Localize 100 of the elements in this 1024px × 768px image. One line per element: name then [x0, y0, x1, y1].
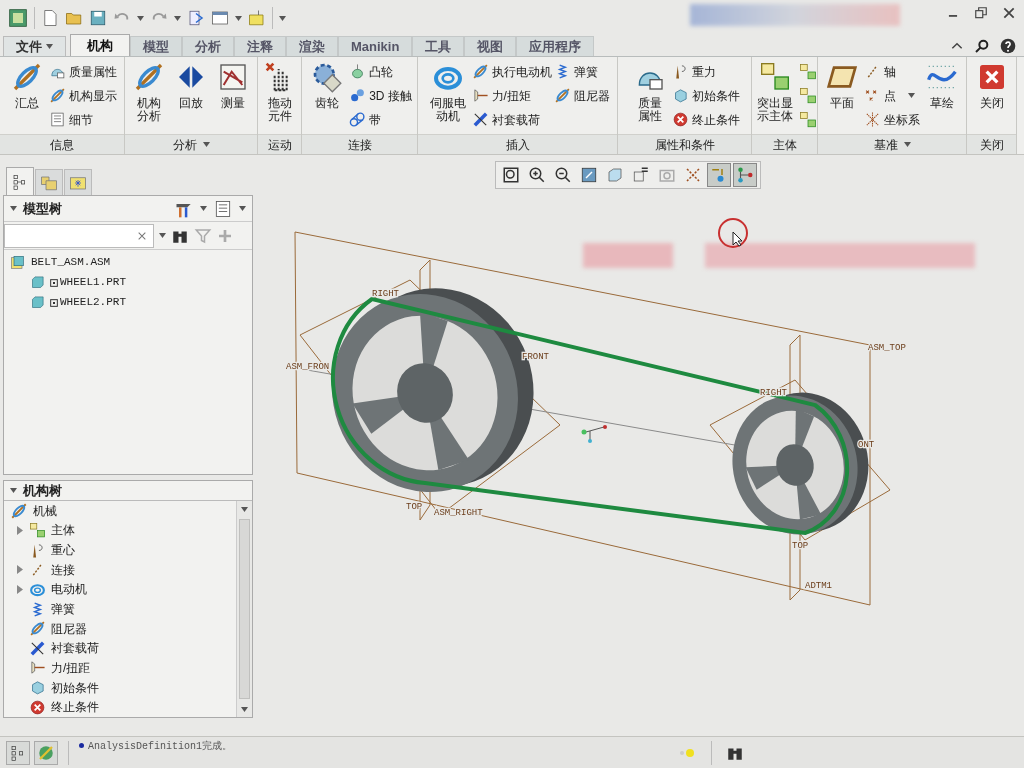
caret-icon[interactable] [137, 15, 144, 21]
ribbon-button[interactable]: 点 [864, 85, 920, 106]
close-icon[interactable] [1002, 6, 1016, 20]
caret-icon[interactable] [239, 206, 246, 211]
tree-item[interactable]: WHEEL2.PRT [60, 294, 126, 311]
window-icon[interactable] [211, 9, 229, 27]
bushing-icon [29, 639, 46, 657]
expand-arrow-icon[interactable] [16, 565, 24, 575]
browser-toggle-button[interactable] [34, 740, 58, 765]
caret-icon[interactable] [10, 206, 17, 211]
help-icon[interactable] [1000, 38, 1016, 54]
ribbon-button[interactable]: 细节 [49, 109, 117, 130]
ribbon-button[interactable]: 阻尼器 [553, 85, 610, 106]
ribbon-button[interactable]: 平面 [822, 57, 862, 110]
tree-item[interactable]: 力/扭距 [51, 658, 91, 677]
show-list-icon[interactable] [213, 198, 233, 219]
ribbon-button[interactable]: 轴 [864, 61, 920, 82]
ribbon-tab[interactable]: 分析 [182, 36, 234, 56]
folder-icon[interactable] [248, 9, 266, 27]
expand-arrow-icon[interactable] [16, 525, 24, 535]
tree-item[interactable]: 衬套载荷 [51, 639, 99, 658]
ribbon-button[interactable]: 质量属性 [49, 61, 117, 82]
datum-label: TOP [406, 502, 423, 512]
ribbon-button[interactable]: 草绘 [922, 57, 962, 110]
caret-icon[interactable] [10, 488, 17, 493]
regenerate-icon[interactable] [187, 9, 205, 27]
ribbon-button[interactable]: 凸轮 [349, 61, 412, 82]
search-icon[interactable] [974, 38, 990, 54]
model-tree-tab[interactable] [6, 167, 34, 195]
tree-item[interactable]: 初始条件 [51, 678, 99, 697]
contact-icon [349, 87, 367, 104]
tree-item[interactable]: 连接 [51, 560, 75, 579]
tree-item[interactable]: 终止条件 [51, 698, 99, 717]
ribbon-button[interactable]: 机构显示 [49, 85, 117, 106]
ribbon-button[interactable]: 执行电动机 [471, 61, 552, 82]
ribbon-button[interactable]: 齿轮 [307, 57, 348, 110]
caret-icon[interactable] [174, 15, 181, 21]
bodies-icon[interactable] [798, 87, 817, 105]
tree-item[interactable]: WHEEL1.PRT [60, 274, 126, 291]
ribbon-tab[interactable]: 注释 [234, 36, 286, 56]
ribbon-button[interactable]: 关闭 [971, 57, 1012, 110]
ribbon-tab[interactable]: 应用程序 [516, 36, 595, 56]
ribbon-button[interactable]: 回放 [171, 57, 211, 110]
tree-item[interactable]: 阻尼器 [51, 619, 87, 638]
ribbon-button[interactable]: 带 [349, 109, 412, 130]
expand-arrow-icon[interactable] [16, 584, 24, 594]
clear-icon[interactable] [137, 230, 147, 241]
ribbon-button[interactable]: 初始条件 [671, 85, 740, 106]
bodies-icon[interactable] [798, 63, 817, 81]
file-menu[interactable]: 文件 [3, 36, 66, 56]
ribbon-button[interactable]: 力/扭矩 [471, 85, 552, 106]
ribbon-tab[interactable]: 渲染 [286, 36, 338, 56]
part-icon [30, 295, 45, 310]
globe-icon [37, 743, 55, 762]
restore-icon[interactable] [974, 6, 988, 20]
ribbon-button[interactable]: 质量属性 [629, 57, 670, 123]
tree-item[interactable]: 电动机 [51, 580, 87, 599]
tree-item[interactable]: 主体 [51, 521, 75, 540]
tree-item[interactable]: 机械 [33, 501, 57, 520]
datum-label: TOP [792, 541, 809, 551]
tree-item[interactable]: 弹簧 [51, 600, 75, 618]
ribbon-button[interactable]: 3D 接触 [349, 85, 412, 106]
ribbon-button[interactable]: 重力 [671, 61, 740, 82]
ribbon-button[interactable]: 测量 [213, 57, 253, 110]
caret-icon[interactable] [235, 15, 242, 21]
tree-item[interactable]: 重心 [51, 541, 75, 560]
ribbon-tab[interactable]: 视图 [464, 36, 517, 56]
ribbon-button[interactable]: 弹簧 [553, 61, 610, 82]
scrollbar[interactable] [236, 501, 252, 717]
ribbon-tab[interactable]: 机构 [70, 34, 130, 56]
ribbon-button[interactable]: 终止条件 [671, 109, 740, 130]
status-message: AnalysisDefinition1完成。 [88, 739, 233, 754]
tree-toggle-button[interactable] [6, 740, 30, 765]
tree-item[interactable]: BELT_ASM.ASM [31, 254, 111, 271]
ribbon-button[interactable]: 突出显示主体 [752, 57, 797, 123]
group-label: 运动 [267, 136, 292, 154]
placement-mark-icon [50, 298, 58, 307]
ribbon-button[interactable]: 汇总 [7, 57, 47, 110]
search-field[interactable] [4, 223, 154, 248]
folder-tab[interactable] [35, 169, 63, 195]
ribbon-button[interactable]: 衬套载荷 [471, 109, 552, 130]
panel-title: 模型树 [23, 199, 62, 218]
caret-icon[interactable] [241, 506, 248, 512]
ribbon-tab[interactable]: 工具 [412, 36, 465, 56]
ribbon-button[interactable]: 伺服电动机 [425, 57, 470, 123]
save-icon[interactable] [89, 9, 107, 27]
caret-icon[interactable] [241, 706, 248, 712]
ribbon-button[interactable]: 坐标系 [864, 109, 920, 130]
ribbon-tab[interactable]: Manikin [338, 36, 413, 56]
ribbon-tab[interactable]: 模型 [130, 36, 182, 56]
caret-icon[interactable] [159, 233, 166, 238]
ribbon-button[interactable]: 拖动元件 [259, 57, 300, 123]
datum-label: RIGHT [760, 388, 787, 398]
caret-icon[interactable] [200, 206, 207, 211]
new-file-icon[interactable] [41, 9, 59, 27]
ribbon-button[interactable]: 机构分析 [129, 57, 169, 123]
caret-icon[interactable] [279, 15, 286, 21]
favorites-tab[interactable] [64, 169, 92, 195]
bodies-icon[interactable] [798, 111, 817, 129]
caret-icon [202, 142, 210, 147]
